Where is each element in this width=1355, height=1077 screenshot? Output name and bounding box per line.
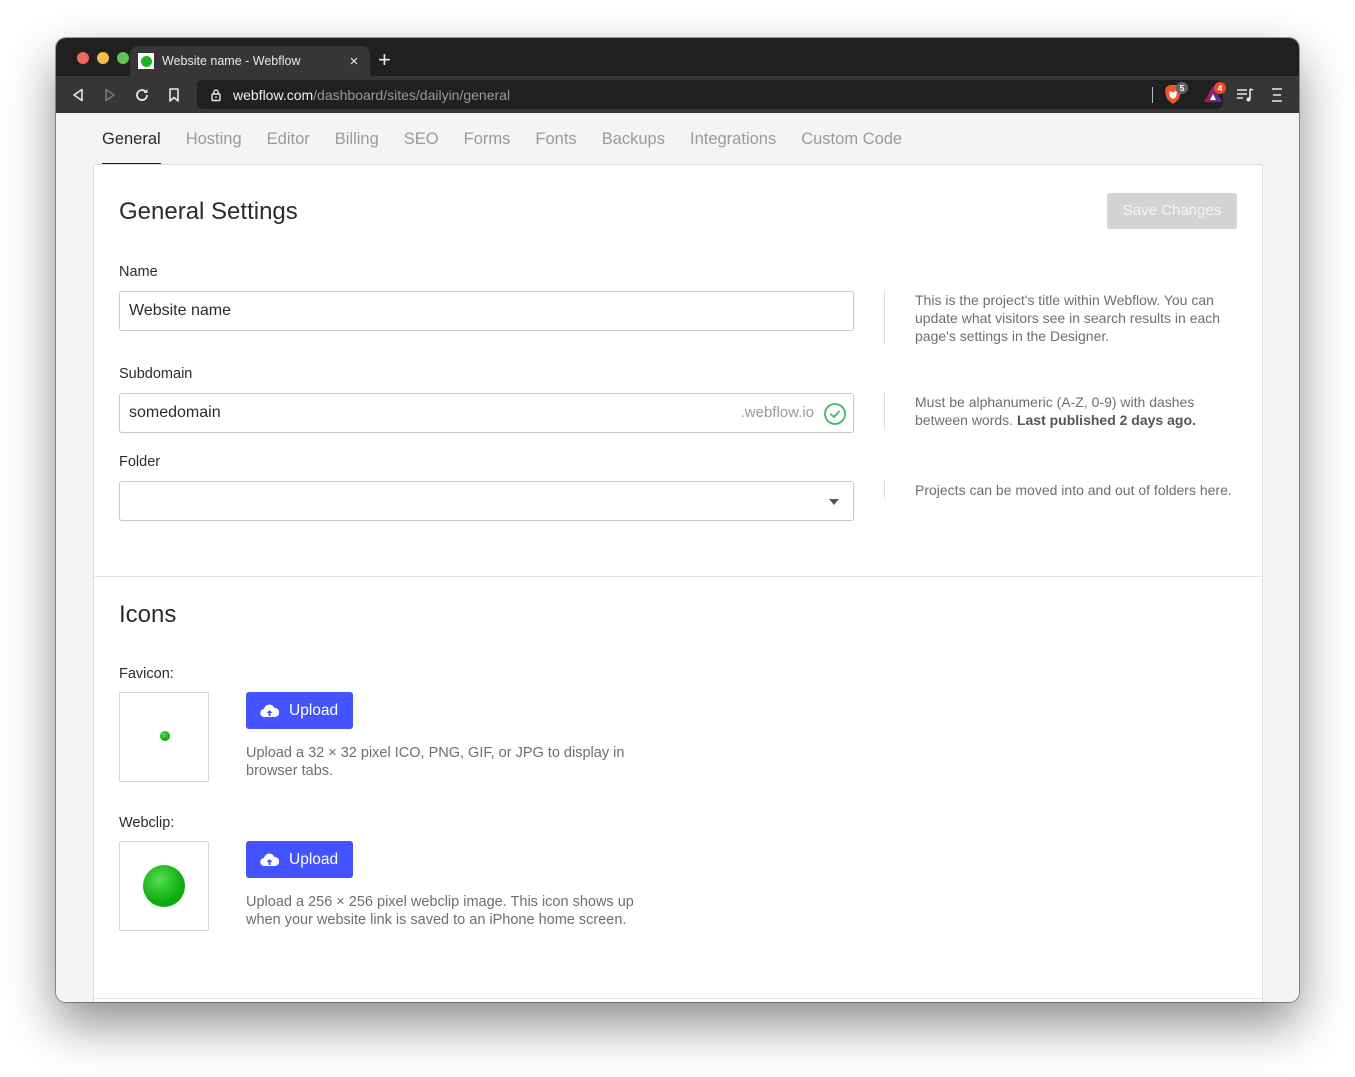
forward-icon[interactable] xyxy=(99,84,121,106)
check-circle-icon xyxy=(824,403,846,425)
subdomain-input[interactable]: somedomain .webflow.io xyxy=(119,393,854,433)
favicon-upload-label: Upload xyxy=(289,701,339,719)
last-published-text: Last published 2 days ago. xyxy=(1016,412,1196,428)
new-tab-button[interactable]: + xyxy=(378,48,391,72)
url-domain: webflow.com xyxy=(233,86,314,103)
name-help-text: This is the project's title within Webfl… xyxy=(915,292,1221,344)
browser-tab[interactable]: Website name - Webflow × xyxy=(130,46,370,76)
tab-backups[interactable]: Backups xyxy=(602,113,665,165)
webclip-description: Upload a 256 × 256 pixel webclip image. … xyxy=(246,894,634,928)
shields-count-badge: 5 xyxy=(1176,82,1188,94)
cloud-upload-icon xyxy=(260,704,279,718)
folder-select[interactable] xyxy=(119,481,854,521)
general-settings-section: General Settings Save Changes Name Websi… xyxy=(94,165,1262,577)
lock-icon xyxy=(211,88,221,101)
tab-fonts[interactable]: Fonts xyxy=(535,113,576,165)
general-settings-title: General Settings xyxy=(119,198,298,225)
tab-general[interactable]: General xyxy=(102,113,161,165)
url-text: webflow.com/dashboard/sites/dailyin/gene… xyxy=(233,87,510,103)
menu-icon[interactable] xyxy=(1266,84,1288,106)
close-window-button[interactable] xyxy=(77,52,89,64)
favicon-image xyxy=(160,731,170,741)
webclip-image xyxy=(143,865,185,907)
settings-tabs: General Hosting Editor Billing SEO Forms… xyxy=(102,113,927,165)
zoom-window-button[interactable] xyxy=(117,52,129,64)
webclip-preview xyxy=(119,841,209,931)
tab-seo[interactable]: SEO xyxy=(404,113,439,165)
webclip-label: Webclip: xyxy=(119,815,175,831)
tab-title: Website name - Webflow xyxy=(162,54,301,68)
subdomain-help: Must be alphanumeric (A-Z, 0-9) with das… xyxy=(884,393,1244,429)
webclip-upload-button[interactable]: Upload xyxy=(246,841,353,878)
name-input-value: Website name xyxy=(129,302,231,319)
rewards-count-badge: 4 xyxy=(1214,82,1226,94)
name-label: Name xyxy=(119,264,158,280)
tab-forms[interactable]: Forms xyxy=(464,113,511,165)
favicon-preview xyxy=(119,692,209,782)
folder-help-text: Projects can be moved into and out of fo… xyxy=(915,482,1232,498)
url-path: /dashboard/sites/dailyin/general xyxy=(313,86,511,103)
brave-rewards-button[interactable]: 4 xyxy=(1203,82,1226,109)
tab-favicon-icon xyxy=(138,53,154,69)
tab-close-icon[interactable]: × xyxy=(344,53,364,70)
name-input[interactable]: Website name xyxy=(119,291,854,331)
media-playlist-icon[interactable] xyxy=(1234,84,1256,106)
tab-integrations[interactable]: Integrations xyxy=(690,113,776,165)
minimize-window-button[interactable] xyxy=(97,52,109,64)
browser-toolbar: webflow.com/dashboard/sites/dailyin/gene… xyxy=(56,76,1299,113)
icons-title: Icons xyxy=(119,601,177,628)
page-content: General Hosting Editor Billing SEO Forms… xyxy=(56,113,1299,1002)
favicon-description: Upload a 32 × 32 pixel ICO, PNG, GIF, or… xyxy=(246,745,625,779)
section-divider xyxy=(94,998,1262,999)
subdomain-input-value: somedomain xyxy=(129,404,221,421)
favicon-upload-button[interactable]: Upload xyxy=(246,692,353,729)
favicon-label: Favicon: xyxy=(119,666,174,682)
tab-hosting[interactable]: Hosting xyxy=(186,113,242,165)
tab-billing[interactable]: Billing xyxy=(335,113,379,165)
browser-window: Website name - Webflow × + webflow.com/d… xyxy=(56,38,1299,1002)
bookmark-icon[interactable] xyxy=(163,84,185,106)
cloud-upload-icon xyxy=(260,853,279,867)
brave-shields-button[interactable]: 5 xyxy=(1163,82,1188,111)
folder-label: Folder xyxy=(119,454,161,470)
back-icon[interactable] xyxy=(67,84,89,106)
url-separator xyxy=(1152,87,1153,103)
settings-card: General Settings Save Changes Name Websi… xyxy=(93,164,1263,1002)
name-help: This is the project's title within Webfl… xyxy=(884,291,1244,345)
subdomain-label: Subdomain xyxy=(119,366,193,382)
tab-custom-code[interactable]: Custom Code xyxy=(801,113,902,165)
tab-editor[interactable]: Editor xyxy=(267,113,310,165)
tab-strip: Website name - Webflow × + xyxy=(56,38,1299,76)
address-bar[interactable]: webflow.com/dashboard/sites/dailyin/gene… xyxy=(197,80,1226,111)
subdomain-suffix: .webflow.io xyxy=(740,404,814,421)
save-changes-button[interactable]: Save Changes xyxy=(1107,193,1237,229)
reload-icon[interactable] xyxy=(131,84,153,106)
chevron-down-icon xyxy=(829,499,839,505)
folder-help: Projects can be moved into and out of fo… xyxy=(884,481,1244,499)
webclip-upload-label: Upload xyxy=(289,850,339,868)
